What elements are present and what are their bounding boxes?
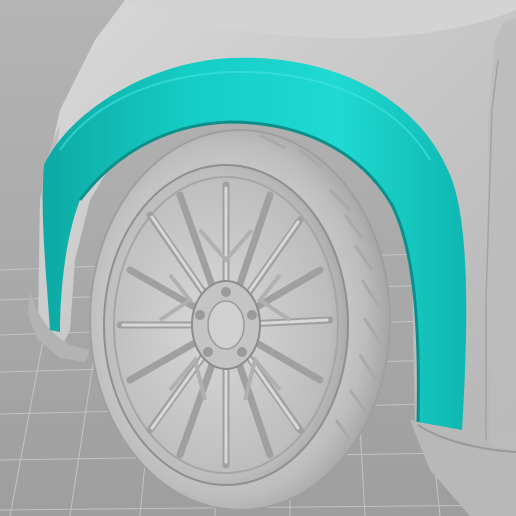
3d-scan-viewport[interactable] [0, 0, 516, 516]
scene-canvas[interactable] [0, 0, 516, 516]
wheel-hub [191, 280, 261, 370]
